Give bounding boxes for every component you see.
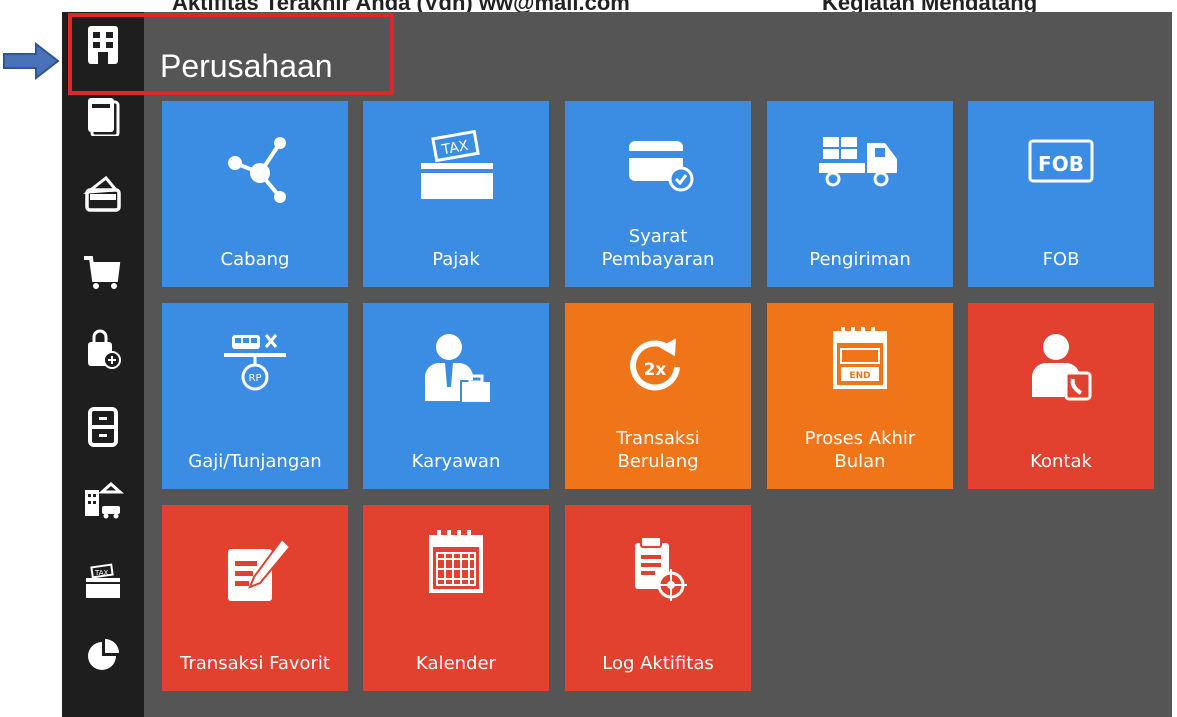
tile-label: Pengiriman [809,249,911,270]
tax-text: TAX [94,569,109,577]
tile-log-aktifitas[interactable]: Log Aktifitas [565,505,751,691]
cart-icon[interactable] [62,240,144,302]
tile-kontak[interactable]: Kontak [968,303,1154,489]
tile-transaksi-berulang[interactable]: 2x Transaksi Berulang [565,303,751,489]
end-text: END [849,371,870,381]
employee-icon [363,331,549,411]
tax-icon: TAX [363,129,549,209]
tile-transaksi-favorit[interactable]: Transaksi Favorit [162,505,348,691]
tax-icon[interactable]: TAX [62,550,144,612]
pie-chart-icon[interactable] [62,624,144,686]
truck-icon [767,129,953,209]
highlight-box [68,13,394,95]
tile-label: Syarat Pembayaran [601,226,715,270]
tile-cabang[interactable]: Cabang [162,101,348,287]
pointer-arrow-icon [3,41,60,81]
tile-fob[interactable]: FOB FOB [968,101,1154,287]
fob-text: FOB [1038,152,1084,176]
tile-label: Cabang [220,249,290,270]
tile-label: Pajak [432,249,480,270]
calendar-icon [363,527,549,607]
tile-label: Transaksi Berulang [616,428,700,472]
tile-karyawan[interactable]: Karyawan [363,303,549,489]
tile-label: Gaji/Tunjangan [188,451,322,472]
tile-label: Kalender [416,653,496,674]
tile-label: Karyawan [411,451,501,472]
tile-label: Log Aktifitas [602,653,714,674]
share-nodes-icon [162,129,348,209]
shopping-bag-add-icon[interactable] [62,318,144,380]
tile-label: Kontak [1030,451,1092,472]
recurring-text: 2x [644,360,667,380]
recent-activity-text: Aktifitas Terakhir Anda (Vdn) ww@mail.co… [172,0,630,12]
tile-proses-akhir-bulan[interactable]: END Proses Akhir Bulan [767,303,953,489]
tile-kalender[interactable]: Kalender [363,505,549,691]
upcoming-events-text: Kegiatan Mendatang [822,0,1037,12]
tile-gaji-tunjangan[interactable]: RP Gaji/Tunjangan [162,303,348,489]
tile-label: Transaksi Favorit [180,653,330,674]
cabinet-icon[interactable] [62,396,144,458]
recurring-icon: 2x [565,331,751,411]
tile-pajak[interactable]: TAX Pajak [363,101,549,287]
card-check-icon [565,129,751,209]
tile-syarat-pembayaran[interactable]: Syarat Pembayaran [565,101,751,287]
tile-label: Proses Akhir Bulan [804,428,916,472]
wallet-icon[interactable] [62,162,144,224]
tile-label: FOB [1042,249,1080,270]
month-end-icon: END [767,325,953,405]
rp-text: RP [249,373,262,384]
salary-icon: RP [162,331,348,411]
contact-icon [968,331,1154,411]
edit-icon [162,533,348,613]
activity-log-icon [565,533,751,613]
sidebar: TAX [62,12,144,717]
tile-pengiriman[interactable]: Pengiriman [767,101,953,287]
top-strip: Aktifitas Terakhir Anda (Vdn) ww@mail.co… [62,0,1177,12]
fob-icon: FOB [968,129,1154,209]
fixed-asset-icon[interactable] [62,470,144,532]
